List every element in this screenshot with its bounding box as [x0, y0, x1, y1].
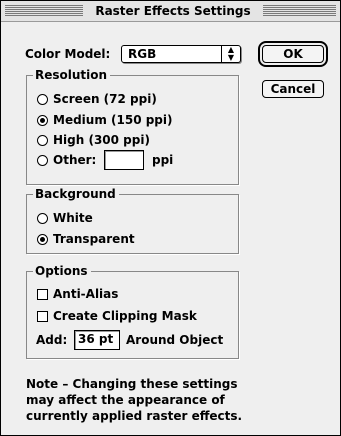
radio-screen-label: Screen (72 ppi): [53, 92, 157, 106]
color-model-label: Color Model:: [25, 47, 111, 61]
raster-effects-dialog: Raster Effects Settings Color Model: RGB…: [0, 0, 341, 436]
other-ppi-input[interactable]: [104, 150, 144, 170]
ppi-unit-label: ppi: [152, 153, 174, 167]
dialog-title: Raster Effects Settings: [95, 4, 251, 18]
radio-screen[interactable]: [37, 94, 48, 105]
radio-medium-label: Medium (150 ppi): [53, 113, 173, 127]
updown-arrows-icon: ▲ ▼: [221, 46, 240, 62]
title-bar-stripes-right: [263, 5, 336, 16]
note-line: currently applied raster effects.: [26, 409, 243, 423]
clipping-mask-label: Create Clipping Mask: [53, 309, 197, 323]
title-bar[interactable]: Raster Effects Settings: [1, 1, 340, 22]
add-label: Add:: [36, 333, 68, 347]
radio-medium[interactable]: [37, 115, 48, 126]
add-amount-input[interactable]: 36 pt: [74, 330, 120, 350]
color-model-value: RGB: [128, 47, 157, 61]
note-line: may affect the appearance of: [26, 393, 225, 407]
radio-white[interactable]: [37, 213, 48, 224]
clipping-mask-checkbox[interactable]: [37, 311, 48, 322]
radio-transparent-label: Transparent: [53, 232, 135, 246]
around-object-label: Around Object: [126, 333, 224, 347]
title-bar-stripes-left: [5, 5, 83, 16]
options-legend: Options: [33, 264, 91, 278]
radio-high-label: High (300 ppi): [53, 133, 150, 147]
background-legend: Background: [33, 187, 119, 201]
cancel-button[interactable]: Cancel: [262, 80, 324, 98]
note-text: Note – Changing these settings may affec…: [26, 376, 326, 424]
resolution-legend: Resolution: [33, 68, 111, 82]
radio-white-label: White: [53, 211, 93, 225]
note-line: Note – Changing these settings: [26, 377, 238, 391]
color-model-select[interactable]: RGB ▲ ▼: [121, 45, 241, 63]
anti-alias-label: Anti-Alias: [53, 287, 119, 301]
anti-alias-checkbox[interactable]: [37, 289, 48, 300]
radio-transparent[interactable]: [37, 234, 48, 245]
ok-button[interactable]: OK: [262, 45, 324, 63]
radio-high[interactable]: [37, 135, 48, 146]
radio-other[interactable]: [37, 155, 48, 166]
radio-other-label: Other:: [53, 153, 97, 167]
